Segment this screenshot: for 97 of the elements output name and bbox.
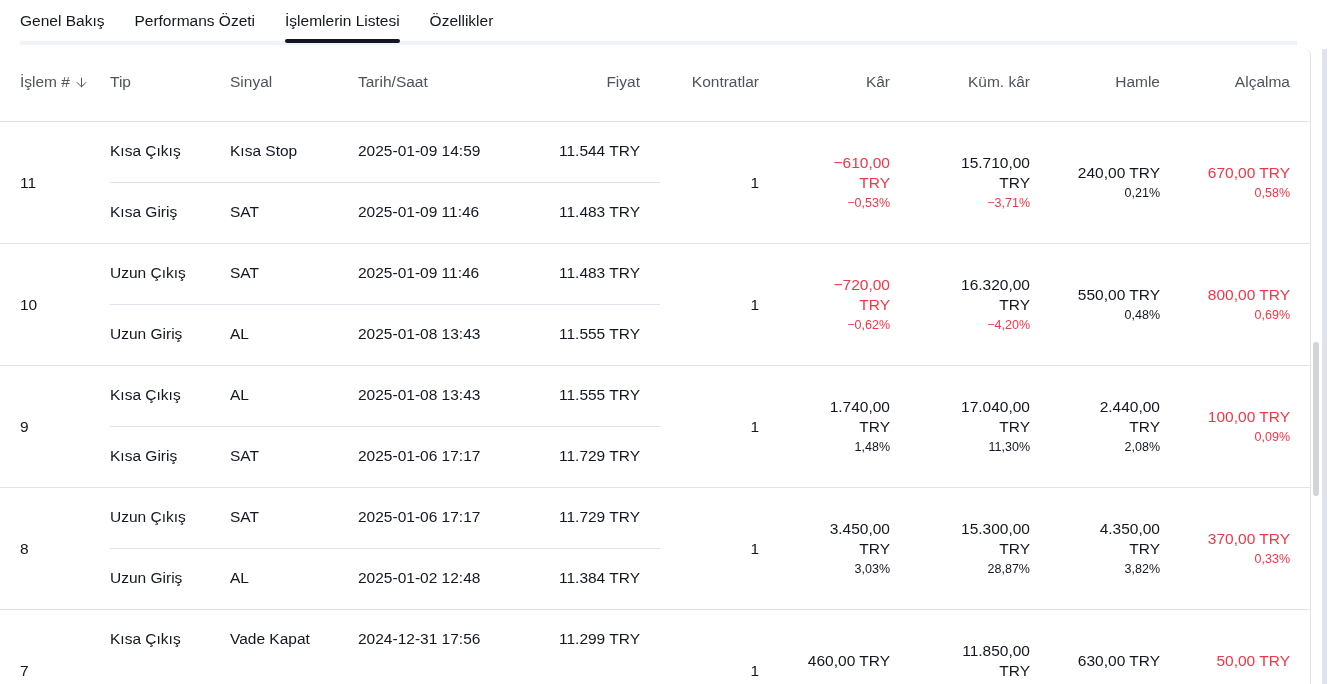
type-cell-text: Kısa Çıkış [110,386,182,404]
tab[interactable]: Performans Özeti [134,10,256,39]
date-time-cell-text: 2025-01-09 14:59 [358,142,482,160]
signal-cell-text: AL [230,569,250,587]
price-cell-text: 11.299 TRY [558,630,641,648]
amount-text: 11.850,00 TRY [961,640,1030,681]
amount-text: −720,00 TRY [832,274,890,315]
amount-text: 16.320,00 TRY [960,274,1030,315]
percent-text: 0,09% [1254,428,1290,446]
price-cell-text: 11.555 TRY [558,386,641,404]
percent-text: 3,82% [1124,560,1160,578]
column-header[interactable]: Fiyat [606,73,640,91]
signal-cell-text: SAT [230,203,260,221]
amount-text: 100,00 TRY [1207,406,1290,427]
percent-text: 0,33% [1254,550,1290,568]
trade-number: 7 [20,662,29,679]
amount-text: 15.710,00 TRY [960,152,1030,193]
price-cell-text: 11.544 TRY [558,142,641,160]
signal-cell-text: SAT [230,508,260,526]
amount-text: 1.740,00 TRY [828,396,890,437]
type-cell-text: Kısa Çıkış [110,630,182,648]
date-time-cell-text: 2025-01-02 12:48 [358,569,482,587]
column-header[interactable]: Kontratlar [691,73,759,91]
price-cell-text: 11.483 TRY [558,203,641,221]
amount-text: 50,00 TRY [1216,650,1290,671]
trade-number: 9 [20,418,29,435]
type-cell-text: Uzun Çıkış [110,264,187,282]
type-cell-text: Uzun Giriş [110,325,184,343]
percent-text: −3,71% [987,194,1030,212]
amount-text: 15.300,00 TRY [960,518,1030,559]
percent-text: 1,48% [854,438,890,456]
amount-text: 4.350,00 TRY [1098,518,1160,559]
amount-text: 240,00 TRY [1077,162,1160,183]
signal-cell-text: AL [230,325,250,343]
amount-text: 460,00 TRY [807,650,890,671]
contracts-cell: 1 [750,174,759,191]
tab[interactable]: Özellikler [429,10,494,39]
column-header[interactable]: Sinyal [230,73,273,91]
signal-cell-text: Kısa Stop [230,142,299,160]
column-header[interactable]: Tip [110,73,131,91]
amount-text: 370,00 TRY [1207,528,1290,549]
column-header[interactable]: Kâr [865,73,890,91]
column-header[interactable]: İşlem # [20,73,70,91]
price-cell-text: 11.729 TRY [558,508,641,526]
contracts-cell: 1 [750,418,759,435]
date-time-cell-text: 2024-12-31 17:56 [358,630,482,648]
percent-text: −0,62% [847,316,890,334]
percent-text: 0,69% [1254,306,1290,324]
amount-text: −610,00 TRY [832,152,890,193]
percent-text: 0,21% [1124,184,1160,202]
percent-text: −4,20% [987,316,1030,334]
date-time-cell-text: 2025-01-08 13:43 [358,325,482,343]
date-time-cell-text: 2025-01-09 11:46 [358,264,481,282]
date-time-cell-text: 2025-01-09 11:46 [358,203,481,221]
amount-text: 800,00 TRY [1207,284,1290,305]
percent-text: 0,48% [1124,306,1160,324]
contracts-cell: 1 [750,540,759,557]
trade-number: 8 [20,540,29,557]
signal-cell-text: AL [230,386,250,404]
percent-text: 0,58% [1254,184,1290,202]
column-header[interactable]: Alçalma [1234,73,1290,91]
price-cell-text: 11.729 TRY [558,447,641,465]
type-cell-text: Kısa Çıkış [110,142,182,160]
date-time-cell-text: 2025-01-06 17:17 [358,508,482,526]
signal-cell-text: SAT [230,264,260,282]
type-cell-text: Uzun Giriş [110,569,184,587]
contracts-cell: 1 [750,296,759,313]
type-cell-text: Uzun Çıkış [110,508,187,526]
date-time-cell-text: 2025-01-06 17:17 [358,447,482,465]
percent-text: 28,87% [987,560,1030,578]
date-time-cell-text: 2025-01-08 13:43 [358,386,482,404]
percent-text: 2,08% [1124,438,1160,456]
amount-text: 550,00 TRY [1077,284,1160,305]
type-cell-text: Kısa Giriş [110,447,179,465]
amount-text: 3.450,00 TRY [828,518,890,559]
price-cell-text: 11.555 TRY [558,325,641,343]
trade-number: 10 [20,296,38,313]
column-header[interactable]: Küm. kâr [968,73,1030,91]
signal-cell-text: SAT [230,447,260,465]
sort-down-icon[interactable] [73,74,89,90]
tab[interactable]: Genel Bakış [20,10,105,39]
price-cell-text: 11.483 TRY [558,264,641,282]
price-cell-text: 11.384 TRY [558,569,641,587]
percent-text: 3,03% [854,560,890,578]
trade-number: 11 [20,174,37,191]
signal-cell-text: Vade Kapat [230,630,311,648]
amount-text: 630,00 TRY [1077,650,1160,671]
scrollbar[interactable] [1313,342,1319,496]
type-cell-text: Kısa Giriş [110,203,179,221]
column-header[interactable]: Hamle [1115,73,1160,91]
percent-text: −0,53% [847,194,890,212]
column-header[interactable]: Tarih/Saat [358,73,428,91]
contracts-cell: 1 [750,662,759,679]
percent-text: 11,30% [988,438,1030,456]
amount-text: 670,00 TRY [1207,162,1290,183]
amount-text: 17.040,00 TRY [960,396,1030,437]
amount-text: 2.440,00 TRY [1098,396,1160,437]
